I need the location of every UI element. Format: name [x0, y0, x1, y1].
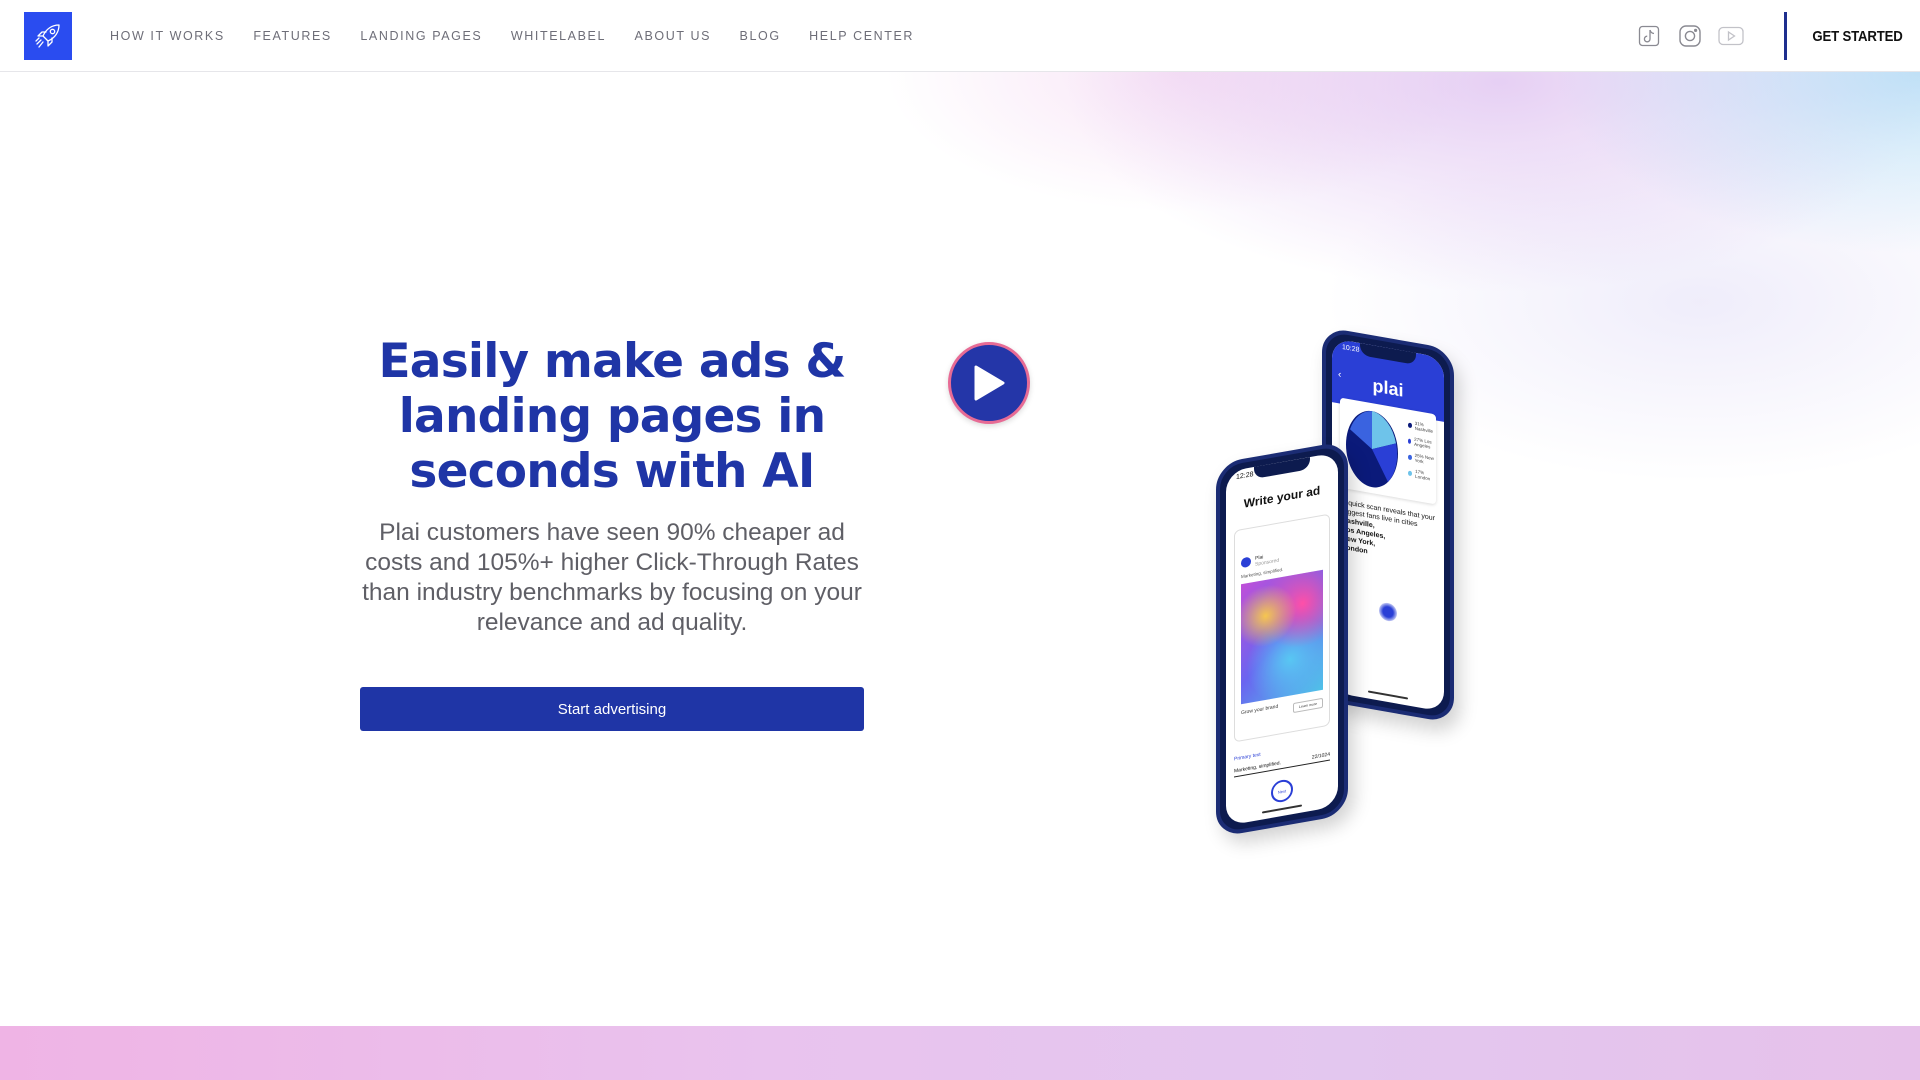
insight-text: A quick scan reveals that your biggest f… — [1342, 498, 1435, 556]
ad-headline: Grow your brand — [1241, 703, 1279, 717]
page-name: Plai Sponsored — [1255, 554, 1280, 568]
site-header: HOW IT WORKS FEATURES LANDING PAGES WHIT… — [0, 0, 1920, 72]
legend-item: 25% New York — [1408, 452, 1436, 467]
voice-indicator-icon — [1379, 601, 1397, 623]
tiktok-icon[interactable] — [1637, 24, 1661, 48]
hero-section: 10:28 ‹ plai 31% Nashville 27% Los Angel… — [0, 72, 1920, 1026]
hero-headline: Easily make ads & landing pages in secon… — [378, 334, 846, 499]
youtube-icon[interactable] — [1717, 24, 1745, 48]
phone-screen: 10:28 ‹ plai 31% Nashville 27% Los Angel… — [1332, 338, 1444, 712]
nav-about-us[interactable]: ABOUT US — [635, 29, 711, 43]
nav-help-center[interactable]: HELP CENTER — [809, 29, 914, 43]
play-video-button[interactable] — [948, 342, 1030, 424]
next-section-band — [0, 1026, 1920, 1080]
status-time: 10:28 — [1342, 343, 1360, 354]
pie-chart — [1346, 410, 1398, 488]
instagram-icon[interactable] — [1677, 24, 1703, 48]
nav-blog[interactable]: BLOG — [740, 29, 781, 43]
home-indicator — [1262, 804, 1302, 814]
next-button: Next — [1271, 778, 1293, 804]
legend-item: 17% London — [1408, 468, 1436, 483]
nav-how-it-works[interactable]: HOW IT WORKS — [110, 29, 225, 43]
nav-features[interactable]: FEATURES — [253, 29, 332, 43]
legend-item: 27% Los Angeles — [1408, 436, 1436, 451]
primary-text-label: Primary text — [1234, 751, 1261, 763]
start-advertising-button[interactable]: Start advertising — [360, 687, 864, 731]
phone-mockup-write-ad: 12:28 Write your ad Plai Sponsored Marke… — [1216, 440, 1348, 838]
home-indicator — [1368, 690, 1408, 700]
nav-whitelabel[interactable]: WHITELABEL — [511, 29, 606, 43]
ad-creative-image — [1241, 569, 1323, 705]
legend-item: 31% Nashville — [1408, 420, 1436, 435]
screen-title: Write your ad — [1243, 483, 1321, 511]
get-started-button[interactable]: GET STARTED — [1803, 0, 1913, 72]
hero-gradient-background — [0, 72, 1920, 1026]
audience-chart-card: 31% Nashville 27% Los Angeles 25% New Yo… — [1340, 397, 1436, 505]
ad-preview-card: Plai Sponsored Marketing, simplified. Gr… — [1234, 513, 1330, 743]
main-nav: HOW IT WORKS FEATURES LANDING PAGES WHIT… — [110, 0, 943, 72]
rocket-logo-icon[interactable] — [24, 12, 72, 60]
hero-subtext: Plai customers have seen 90% cheaper ad … — [362, 519, 862, 636]
play-icon — [974, 365, 1005, 401]
status-time: 12:28 — [1236, 471, 1254, 482]
avatar — [1241, 556, 1251, 569]
phone-screen: 12:28 Write your ad Plai Sponsored Marke… — [1226, 452, 1338, 826]
header-divider — [1784, 12, 1787, 60]
ad-learn-more-button: Learn more — [1293, 697, 1323, 714]
nav-landing-pages[interactable]: LANDING PAGES — [360, 29, 482, 43]
